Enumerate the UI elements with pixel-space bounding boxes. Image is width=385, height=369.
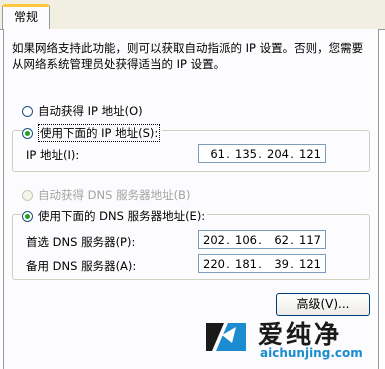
alternate-octet-4: 121	[299, 256, 321, 271]
tab-bar: 常规	[0, 0, 385, 30]
preferred-octet-4: 117	[299, 232, 321, 247]
manual-ip-option[interactable]: 使用下面的 IP 地址(S):	[22, 124, 163, 142]
ip-octet-1: 61	[210, 146, 225, 161]
alternate-octet-1: 220	[203, 256, 225, 271]
preferred-dns-label: 首选 DNS 服务器(P):	[26, 235, 136, 249]
auto-ip-label: 自动获得 IP 地址(O)	[38, 104, 143, 118]
alternate-octet-3: 39	[274, 256, 289, 271]
auto-dns-option: 自动获得 DNS 服务器地址(B)	[22, 187, 190, 203]
auto-ip-radio[interactable]	[22, 105, 33, 117]
description-text: 如果网络支持此功能，则可以获取自动指派的 IP 设置。否则，您需要从网络系统管理…	[12, 41, 364, 71]
manual-dns-option[interactable]: 使用下面的 DNS 服务器地址(E):	[22, 208, 208, 224]
watermark-logo: 爱纯净 aichunjing.com	[196, 313, 385, 369]
alternate-dns-label: 备用 DNS 服务器(A):	[26, 259, 137, 273]
manual-dns-radio[interactable]	[22, 210, 33, 222]
auto-dns-radio	[22, 189, 33, 201]
logo-url: aichunjing.com	[260, 346, 363, 360]
manual-ip-label: 使用下面的 IP 地址(S):	[38, 124, 161, 142]
ip-octet-4: 121	[299, 146, 321, 161]
alternate-dns-input[interactable]: 220. 181. 39. 121	[198, 254, 326, 273]
ip-address-input[interactable]: 61. 135. 204. 121	[198, 144, 326, 163]
ip-address-label: IP 地址(I):	[26, 148, 80, 162]
preferred-octet-2: 106	[235, 232, 257, 247]
preferred-octet-3: 62	[274, 232, 289, 247]
preferred-octet-1: 202	[203, 232, 225, 247]
auto-dns-label: 自动获得 DNS 服务器地址(B)	[38, 188, 191, 202]
ip-octet-2: 135	[235, 146, 257, 161]
tab-general[interactable]: 常规	[2, 4, 50, 30]
logo-mark-icon	[206, 323, 246, 351]
ip-octet-3: 204	[267, 146, 289, 161]
auto-ip-option[interactable]: 自动获得 IP 地址(O)	[22, 103, 143, 119]
manual-dns-label: 使用下面的 DNS 服务器地址(E):	[38, 209, 206, 223]
alternate-octet-2: 181	[235, 256, 257, 271]
manual-ip-radio[interactable]	[22, 127, 33, 139]
preferred-dns-input[interactable]: 202. 106. 62. 117	[198, 230, 326, 249]
